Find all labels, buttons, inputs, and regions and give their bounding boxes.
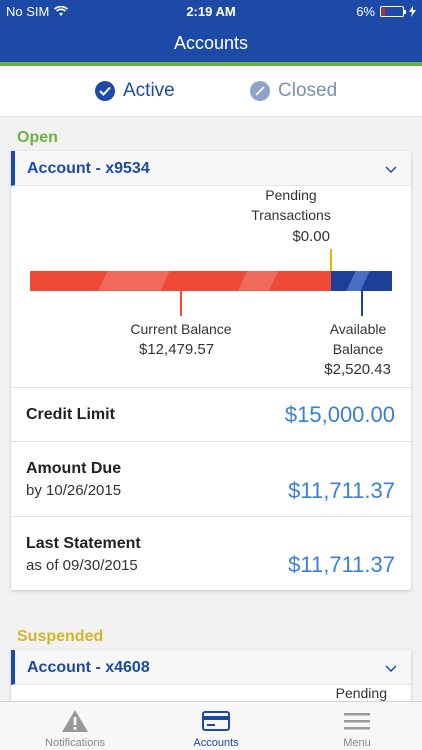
credit-limit-row: Credit Limit $15,000.00	[11, 387, 411, 441]
battery-percent: 6%	[356, 4, 375, 19]
last-statement-row: Last Statement as of 09/30/2015 $11,711.…	[11, 516, 411, 590]
pending-transactions-label: Pending Transactions	[231, 185, 351, 225]
pending-marker	[330, 249, 332, 271]
amount-due-label: Amount Due	[26, 460, 122, 477]
page-title: Accounts	[173, 33, 249, 53]
tab-menu-label: Menu	[343, 737, 371, 749]
account-card-header[interactable]: Account - x4608	[11, 650, 411, 685]
current-balance-label: Current Balance	[130, 321, 232, 337]
slash-icon	[250, 81, 270, 101]
account-card: Account - x9534 Pending Transactions $0.…	[11, 151, 411, 590]
tab-accounts[interactable]: Accounts	[146, 702, 286, 750]
available-label-line-1: Available	[329, 321, 387, 337]
available-label-line-2: Balance	[332, 341, 384, 357]
battery-icon	[380, 6, 406, 17]
credit-limit-label: Credit Limit	[26, 406, 115, 423]
account-filter-bar: Active Closed	[0, 66, 422, 117]
status-bar: No SIM 2:19 AM 6%	[0, 0, 422, 22]
filter-closed[interactable]: Closed	[250, 80, 337, 102]
menu-icon	[344, 713, 370, 730]
pending-label-line-1: Pending	[335, 685, 387, 701]
status-right: 6%	[356, 4, 416, 19]
app-header: No SIM 2:19 AM 6% Accounts	[0, 0, 422, 66]
pending-amount: $0.00	[292, 228, 330, 245]
account-title: Account - x9534	[27, 160, 150, 177]
last-statement-label: Last Statement	[26, 535, 141, 552]
credit-limit-value: $15,000.00	[284, 402, 395, 427]
amount-due-value: $11,711.37	[288, 478, 395, 503]
tab-accounts-label: Accounts	[193, 737, 239, 749]
balance-bar	[30, 271, 392, 291]
checkmark-icon	[95, 81, 115, 101]
available-balance-label: Available Balance	[323, 319, 393, 359]
credit-card-icon	[202, 711, 230, 731]
charging-icon	[409, 6, 416, 17]
tab-notifications-label: Notifications	[45, 737, 105, 749]
chevron-down-icon[interactable]	[383, 161, 399, 177]
pending-label-line-1: Pending	[265, 187, 317, 203]
filter-active-label: Active	[123, 80, 175, 101]
available-balance-marker	[361, 291, 363, 316]
tab-notifications[interactable]: Notifications	[5, 702, 145, 750]
tab-bar: Notifications Accounts Menu	[0, 701, 422, 750]
section-suspended-label: Suspended	[17, 628, 104, 645]
account-card-header[interactable]: Account - x9534	[11, 151, 411, 186]
balance-bar-available	[331, 271, 392, 291]
section-open-label: Open	[17, 129, 58, 146]
account-title: Account - x4608	[27, 659, 150, 676]
current-balance-amount: $12,479.57	[139, 341, 215, 358]
amount-due-date: by 10/26/2015	[26, 482, 122, 499]
filter-active[interactable]: Active	[95, 80, 175, 102]
available-balance-amount: $2,520.43	[324, 361, 391, 378]
amount-due-row: Amount Due by 10/26/2015 $11,711.37	[11, 441, 411, 516]
tab-menu[interactable]: Menu	[287, 702, 422, 750]
last-statement-date: as of 09/30/2015	[26, 557, 138, 574]
warning-icon	[62, 710, 88, 732]
last-statement-value: $11,711.37	[288, 552, 395, 577]
chevron-down-icon[interactable]	[383, 660, 399, 676]
filter-closed-label: Closed	[278, 80, 338, 101]
pending-label-line-2: Transactions	[251, 207, 331, 223]
balance-bar-used	[30, 271, 331, 291]
current-balance-marker	[180, 291, 182, 316]
